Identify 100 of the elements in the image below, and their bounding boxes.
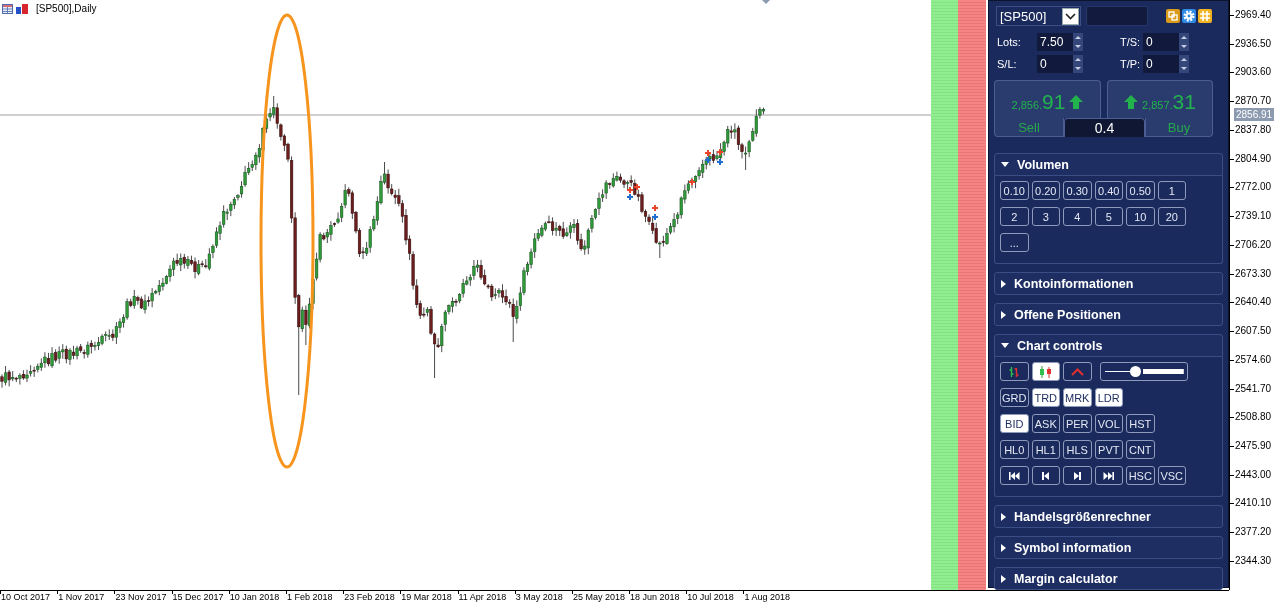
spin-up-button[interactable] [1179, 55, 1189, 64]
toggle-button[interactable]: PER [1063, 414, 1092, 433]
navigation-button[interactable] [1000, 466, 1029, 485]
buy-price: 2,857.31 [1142, 90, 1196, 113]
volume-button[interactable]: ... [1000, 233, 1029, 252]
number-input[interactable]: 7.50 [1037, 33, 1073, 51]
cross-marker-icon [717, 159, 723, 165]
toggle-button[interactable]: CNT [1126, 440, 1155, 459]
spin-up-button[interactable] [1073, 33, 1083, 42]
toggle-button[interactable]: MRK [1063, 388, 1092, 407]
volume-button[interactable]: 3 [1031, 207, 1060, 226]
toggle-button[interactable]: TRD [1031, 388, 1060, 407]
caret-up-icon [1075, 58, 1081, 61]
volume-button[interactable]: 0.50 [1126, 181, 1155, 200]
chart-type-button[interactable] [1031, 362, 1060, 381]
toggle-button[interactable]: HL1 [1031, 440, 1060, 459]
section-header[interactable]: Symbol information [994, 536, 1223, 559]
caret-right-icon [1001, 543, 1006, 552]
volume-button[interactable]: 20 [1157, 207, 1186, 226]
slider-thumb[interactable] [1130, 366, 1142, 377]
field-label: T/P: [1120, 58, 1142, 70]
spin-up-button[interactable] [1179, 33, 1189, 42]
navigation-button[interactable] [1063, 466, 1092, 485]
caret-up-icon [1181, 58, 1187, 61]
spin-up-button[interactable] [1073, 55, 1083, 64]
settings-icon[interactable] [1182, 9, 1196, 23]
sell-button[interactable]: Sell [994, 118, 1064, 137]
price-axis-label: 2443.00 [1235, 467, 1272, 482]
volume-button[interactable]: 5 [1094, 207, 1123, 226]
toggle-button[interactable]: HSC [1126, 466, 1155, 485]
toggle-button[interactable]: GRD [1000, 388, 1029, 407]
caret-up-icon [1075, 36, 1081, 39]
toggle-button[interactable]: LDR [1094, 388, 1123, 407]
skip-forward-icon [1102, 470, 1115, 481]
number-input[interactable]: 0 [1143, 33, 1179, 51]
symbol-select[interactable]: [SP500] [996, 6, 1081, 26]
buy-quote-card[interactable]: 2,857.31 [1107, 80, 1213, 118]
price-axis-label: 2410.10 [1235, 496, 1272, 511]
volume-button[interactable]: 1 [1157, 181, 1186, 200]
number-input[interactable]: 0 [1143, 55, 1179, 73]
volume-button[interactable]: 0.30 [1063, 181, 1092, 200]
caret-down-icon [1075, 45, 1081, 48]
caret-right-icon [1001, 310, 1006, 319]
candlestick-icon [1039, 365, 1053, 378]
field-label: T/S: [1120, 36, 1142, 48]
price-axis-label: 2903.60 [1235, 65, 1272, 80]
price-axis-label: 2739.10 [1235, 209, 1272, 224]
toggle-button[interactable]: PVT [1094, 440, 1123, 459]
volume-button[interactable]: 0.40 [1094, 181, 1123, 200]
section-header[interactable]: Handelsgrößenrechner [994, 505, 1223, 528]
spin-down-button[interactable] [1179, 42, 1189, 51]
time-axis-label: 3 May 2018 [515, 592, 563, 603]
field-label: Lots: [997, 36, 1022, 48]
input-field[interactable] [1086, 6, 1148, 26]
price-axis-label: 2936.50 [1235, 36, 1272, 51]
toggle-button[interactable]: HST [1126, 414, 1155, 433]
toggle-button[interactable]: VOL [1094, 414, 1123, 433]
toggle-button[interactable]: VSC [1157, 466, 1186, 485]
volume-button[interactable]: 0.20 [1031, 181, 1060, 200]
section-header[interactable]: Volumen [994, 153, 1223, 176]
time-axis-label: 19 Mar 2018 [401, 592, 452, 603]
zoom-slider-track[interactable] [1099, 362, 1188, 381]
spin-down-button[interactable] [1073, 64, 1083, 73]
grid-icon[interactable] [1198, 9, 1212, 23]
section-header[interactable]: Offene Positionen [994, 303, 1223, 326]
section-header[interactable]: Kontoinformationen [994, 272, 1223, 295]
navigation-button[interactable] [1094, 466, 1123, 485]
volume-button[interactable]: 0.10 [1000, 181, 1029, 200]
time-axis-label: 1 Feb 2018 [286, 592, 333, 603]
time-axis-label: 25 May 2018 [572, 592, 625, 603]
number-input[interactable]: 0 [1037, 55, 1073, 73]
price-axis-label: 2804.90 [1235, 151, 1272, 166]
time-axis-label: 1 Aug 2018 [744, 592, 790, 603]
toggle-button[interactable]: HL0 [1000, 440, 1029, 459]
volume-button[interactable]: 2 [1000, 207, 1029, 226]
price-axis-label: 2377.20 [1235, 525, 1272, 540]
section-header[interactable]: Margin calculator [994, 567, 1223, 590]
sell-quote-card[interactable]: 2,856.91 [994, 80, 1101, 118]
caret-right-icon [1001, 574, 1006, 583]
buy-button[interactable]: Buy [1145, 118, 1213, 137]
cross-marker-icon [717, 149, 723, 155]
line-chart-icon [1070, 367, 1084, 376]
price-axis-label: 2706.20 [1235, 237, 1272, 252]
time-axis-label: 23 Feb 2018 [344, 592, 395, 603]
price-axis-label: 2607.50 [1235, 324, 1272, 339]
table-icon [2, 4, 13, 14]
section-header[interactable]: Chart controls [994, 334, 1223, 357]
navigation-button[interactable] [1031, 466, 1060, 485]
volume-button[interactable]: 4 [1063, 207, 1092, 226]
copy-icon[interactable] [1166, 9, 1180, 23]
caret-down-icon [1181, 45, 1187, 48]
price-axis-label: 2344.30 [1235, 553, 1272, 568]
bar-chart-icon [16, 4, 28, 14]
volume-button[interactable]: 10 [1126, 207, 1155, 226]
toggle-button[interactable]: BID [1000, 414, 1029, 433]
toggle-button[interactable]: HLS [1063, 440, 1092, 459]
toggle-button[interactable]: ASK [1031, 414, 1060, 433]
dropdown-button[interactable] [1062, 7, 1079, 25]
spin-down-button[interactable] [1179, 64, 1189, 73]
spin-down-button[interactable] [1073, 42, 1083, 51]
